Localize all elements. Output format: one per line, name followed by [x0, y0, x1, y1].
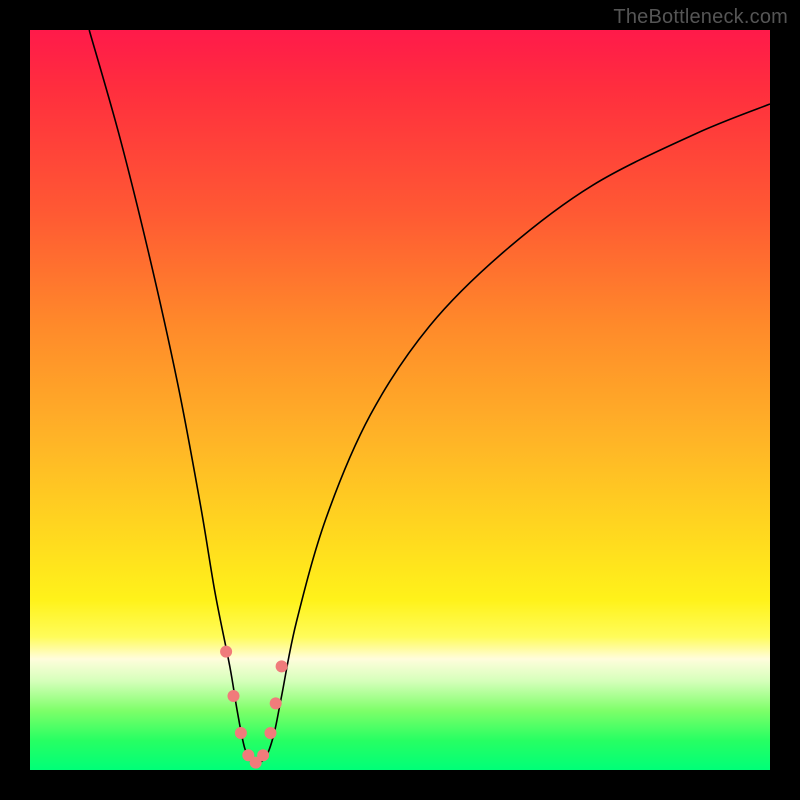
minimum-dot	[257, 749, 269, 761]
minimum-dots-group	[220, 646, 288, 769]
curve-svg	[30, 30, 770, 770]
watermark-text: TheBottleneck.com	[613, 6, 788, 29]
minimum-dot	[270, 697, 282, 709]
chart-frame: TheBottleneck.com	[0, 0, 800, 800]
bottleneck-curve	[89, 30, 770, 764]
minimum-dot	[276, 660, 288, 672]
minimum-dot	[228, 690, 240, 702]
minimum-dot	[220, 646, 232, 658]
minimum-dot	[265, 727, 277, 739]
plot-area	[30, 30, 770, 770]
minimum-dot	[235, 727, 247, 739]
